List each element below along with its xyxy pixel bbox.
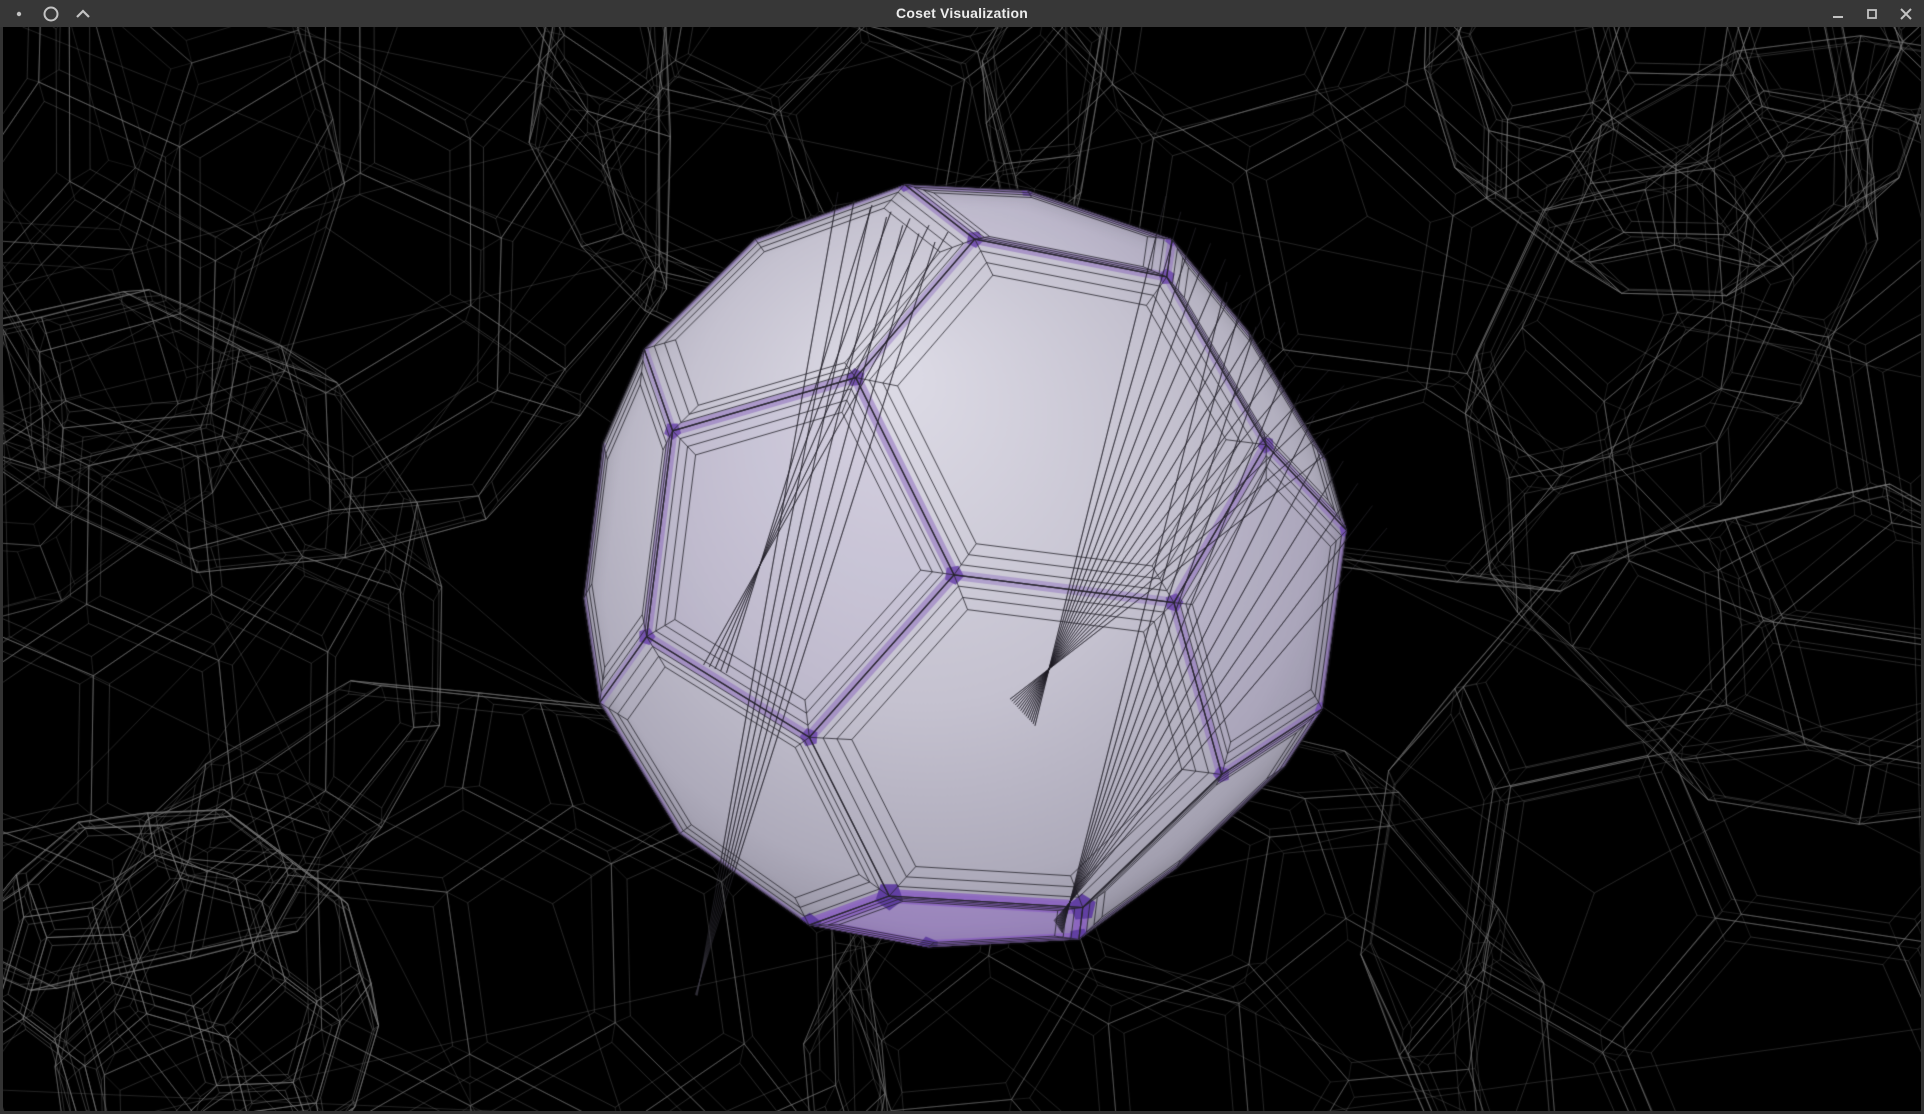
- window-title: Coset Visualization: [0, 0, 1924, 27]
- dot-icon: [8, 3, 30, 25]
- titlebar-left-icons: [8, 0, 94, 27]
- minimize-button[interactable]: [1830, 6, 1846, 22]
- maximize-button[interactable]: [1864, 6, 1880, 22]
- window-content-frame: [0, 27, 1924, 1114]
- window-controls: [1830, 0, 1914, 27]
- close-button[interactable]: [1898, 6, 1914, 22]
- chevron-up-icon[interactable]: [72, 3, 94, 25]
- viewport-canvas[interactable]: [3, 27, 1921, 1111]
- app-window: Coset Visualization: [0, 0, 1924, 1114]
- circle-icon[interactable]: [40, 3, 62, 25]
- titlebar[interactable]: Coset Visualization: [0, 0, 1924, 27]
